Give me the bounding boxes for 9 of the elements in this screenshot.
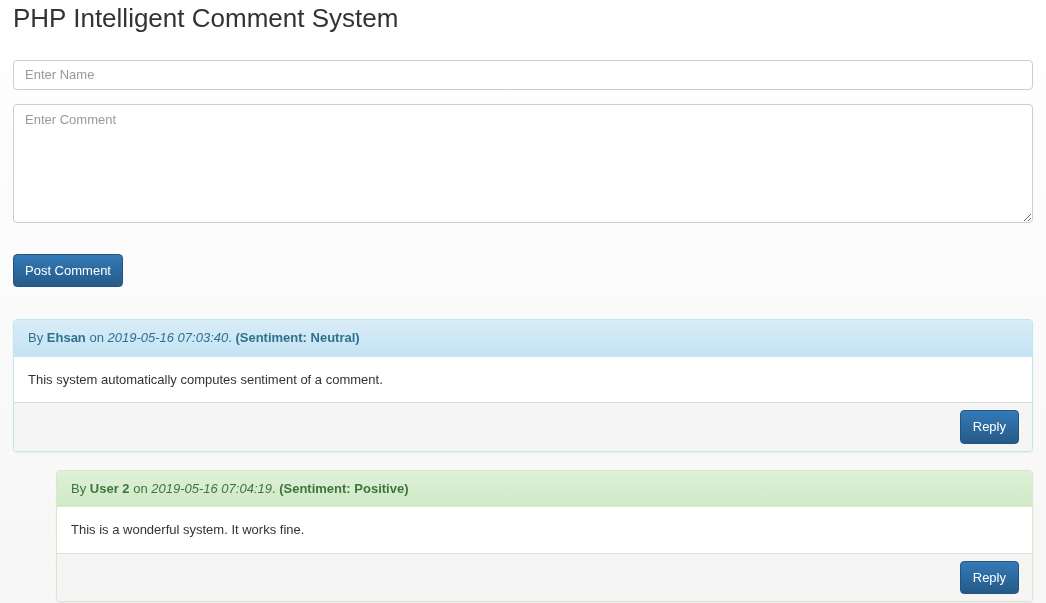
reply-button[interactable]: Reply — [959, 410, 1019, 444]
post-comment-button[interactable]: Post Comment — [13, 253, 123, 288]
page-title: PHP Intelligent Comment System — [13, 4, 400, 33]
comment-field[interactable]: Enter Comment — [13, 103, 1033, 223]
comment-text: This is a wonderful system. It works fine. — [57, 507, 1032, 554]
comment-header: By Ehsan on 2019-05-16 07:03:40. (Sentiment: Neutral) — [14, 320, 1032, 357]
reply-button[interactable]: Reply — [959, 560, 1019, 595]
comment-header: By User 2 on 2019-05-16 07:04:19. (Sentiment: Positive) — [57, 470, 1032, 508]
name-field[interactable]: Enter Name — [13, 59, 1033, 90]
